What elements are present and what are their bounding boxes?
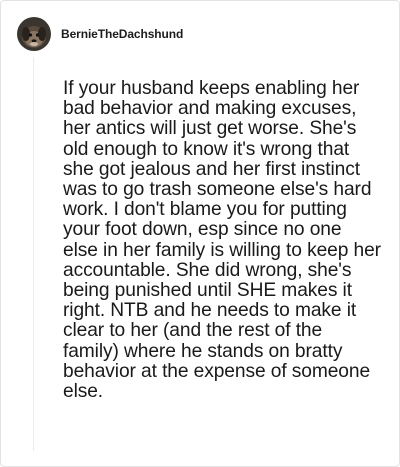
comment-card: BernieTheDachshund If your husband keeps… [0,0,400,467]
comment-header: BernieTheDachshund [17,17,183,51]
thread-line[interactable] [33,57,34,451]
comment-author[interactable]: BernieTheDachshund [61,27,183,41]
dachshund-avatar-icon [17,17,51,51]
user-avatar[interactable] [17,17,51,51]
comment-body: If your husband keeps enabling her bad b… [63,78,381,403]
